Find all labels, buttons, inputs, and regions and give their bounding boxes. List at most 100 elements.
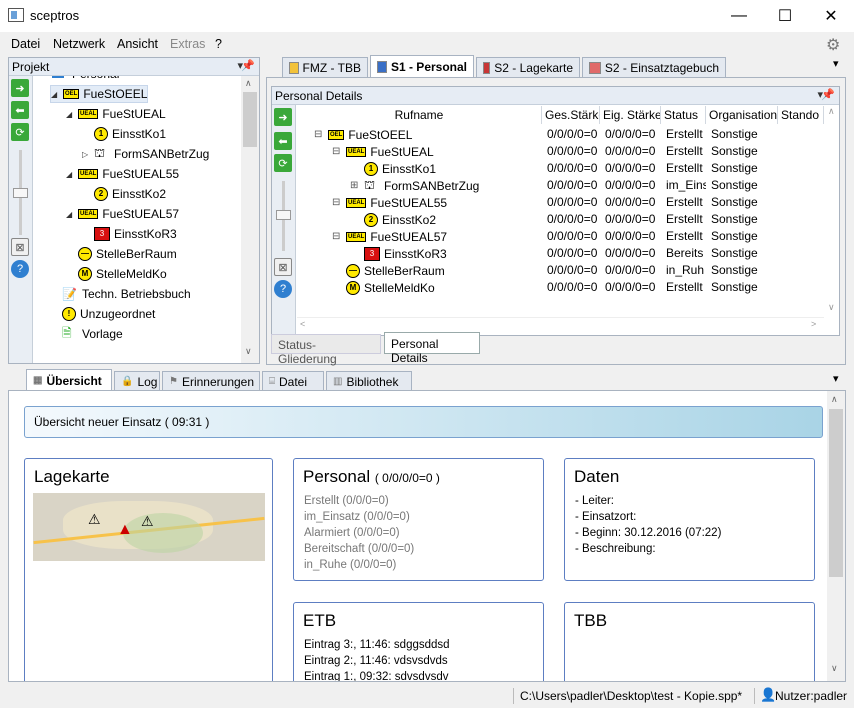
row-expander-icon[interactable]: ⊞ — [350, 180, 364, 191]
map-marker-3-icon[interactable]: ▲ — [117, 521, 133, 539]
tab-s2-einsatztagebuch[interactable]: S2 - Einsatztagebuch — [582, 57, 726, 77]
tab-s1-personal[interactable]: S1 - Personal — [370, 55, 474, 77]
tree-item[interactable]: ◢ OEL FueStOEEL — [50, 85, 149, 103]
help-icon[interactable]: ? — [11, 260, 29, 278]
refresh-icon[interactable]: ⟳ — [274, 154, 292, 172]
tree-expander-icon[interactable]: ◢ — [51, 90, 63, 99]
tree-item[interactable]: ◢ UEAL FueStUEAL55 — [66, 165, 179, 183]
table-row[interactable]: ⊟ OEL FueStOEEL 0/0/0/0=0 0/0/0/0=0 Erstellt S… — [297, 126, 824, 143]
maximize-button[interactable]: ☐ — [762, 0, 808, 32]
table-row[interactable]: — StelleBerRaum 0/0/0/0=0 0/0/0/0=0 in_Ruh So… — [297, 262, 824, 279]
row-expander-icon[interactable]: ⊟ — [332, 231, 346, 242]
scroll-down-icon[interactable]: ∨ — [831, 663, 838, 674]
col-organisation-header[interactable]: Organisation — [706, 106, 778, 124]
row-expander-icon[interactable]: ⊟ — [332, 146, 346, 157]
menu-datei[interactable]: Datei — [11, 37, 40, 51]
col-ges-staerke-header[interactable]: Ges.Stärke — [542, 106, 600, 124]
tree-item[interactable]: 📝 Techn. Betriebsbuch — [50, 285, 191, 303]
tree-expander-icon[interactable]: ◢ — [66, 110, 78, 119]
table-row[interactable]: ⊟ UEAL FueStUEAL 0/0/0/0=0 0/0/0/0=0 Erstellt… — [297, 143, 824, 160]
tree-item[interactable]: 🗎 Vorlage — [50, 325, 123, 343]
tab-datei[interactable]: ⌸ Datei — [262, 371, 324, 391]
table-row[interactable]: ⊞ ⛫ FormSANBetrZug 0/0/0/0=0 0/0/0/0=0 im_Ein… — [297, 177, 824, 194]
table-row[interactable]: 3 EinsstKoR3 0/0/0/0=0 0/0/0/0=0 Bereits Sons… — [297, 245, 824, 262]
col-rufname-header[interactable]: Rufname — [297, 106, 542, 124]
personal-card[interactable]: Personal ( 0/0/0/0=0 ) Erstellt (0/0/0=0… — [293, 458, 544, 581]
scroll-left-icon[interactable]: < — [300, 319, 305, 329]
refresh-icon[interactable]: ⟳ — [11, 123, 29, 141]
arrow-right-icon[interactable]: ➜ — [274, 108, 292, 126]
tabs-menu-icon[interactable]: ▾ — [833, 372, 839, 385]
tab-erinnerungen[interactable]: ⚑ Erinnerungen — [162, 371, 260, 391]
table-row[interactable]: M StelleMeldKo 0/0/0/0=0 0/0/0/0=0 Erstellt S… — [297, 279, 824, 296]
zoom-slider-handle[interactable] — [13, 188, 28, 198]
table-row[interactable]: 1 EinsstKo1 0/0/0/0=0 0/0/0/0=0 Erstellt Sons… — [297, 160, 824, 177]
tab-uebersicht[interactable]: ▦ Übersicht — [26, 369, 112, 391]
arrow-left-icon[interactable]: ⬅ — [274, 132, 292, 150]
tree-item[interactable]: ▷ ⛫ FormSANBetrZug — [82, 145, 209, 163]
scroll-down-icon[interactable]: ∨ — [245, 346, 252, 357]
row-expander-icon[interactable]: ⊟ — [332, 197, 346, 208]
row-expander-icon[interactable]: ⊟ — [314, 129, 328, 140]
grid-vscroll[interactable]: ∧ ∨ — [825, 106, 839, 316]
map-marker-1-icon[interactable]: ⚠ — [141, 513, 154, 530]
tree-item[interactable]: 2 EinsstKo2 — [82, 185, 166, 203]
tree-item[interactable]: ◢ UEAL FueStUEAL — [66, 105, 166, 123]
tabs-menu-icon[interactable]: ▾ — [833, 57, 839, 70]
tab-status-gliederung[interactable]: Status- Gliederung — [271, 334, 381, 366]
arrow-right-icon[interactable]: ➜ — [11, 79, 29, 97]
grid-hscroll[interactable]: < > — [297, 317, 824, 334]
resize-grip-icon[interactable]: ⋰ — [840, 692, 848, 701]
tree-expander-icon[interactable]: ◢ — [66, 170, 78, 179]
daten-card[interactable]: Daten - Leiter: - Einsatzort: - Beginn: … — [564, 458, 815, 581]
gear-icon[interactable]: ⚙ — [826, 35, 840, 55]
tab-fmz-tbb[interactable]: FMZ - TBB — [282, 57, 368, 77]
zoom-slider-handle[interactable] — [276, 210, 291, 220]
tab-bibliothek[interactable]: ▥ Bibliothek — [326, 371, 412, 391]
tab-log[interactable]: 🔒 Log — [114, 371, 160, 391]
tree-item[interactable]: 1 EinsstKo1 — [82, 125, 166, 143]
tree-item[interactable]: ▬ Personal — [40, 76, 119, 83]
col-eig-staerke-header[interactable]: Eig. Stärke — [600, 106, 661, 124]
menu-help[interactable]: ? — [215, 37, 222, 51]
menu-ansicht[interactable]: Ansicht — [117, 37, 158, 51]
scroll-down-icon[interactable]: ∨ — [828, 302, 835, 313]
table-row[interactable]: ⊟ UEAL FueStUEAL55 0/0/0/0=0 0/0/0/0=0 Erstel… — [297, 194, 824, 211]
tab-personal-details[interactable]: Personal Details — [384, 332, 480, 365]
tbb-card[interactable]: TBB — [564, 602, 815, 681]
overview-scrollbar[interactable]: ∧ ∨ — [827, 391, 845, 681]
project-scrollbar[interactable]: ∧ ∨ — [241, 76, 259, 363]
collapse-icon[interactable]: ⊠ — [274, 258, 292, 276]
tree-expander-icon[interactable]: ▷ — [82, 150, 94, 159]
help-icon[interactable]: ? — [274, 280, 292, 298]
lagekarte-map[interactable]: ⚠ ▲ ⚠ — [33, 493, 265, 561]
close-button[interactable]: ✕ — [808, 0, 854, 32]
tree-item[interactable]: — StelleBerRaum — [66, 245, 177, 263]
pin-icon[interactable]: 📌 — [821, 88, 835, 101]
scroll-up-icon[interactable]: ∧ — [831, 394, 838, 405]
scroll-up-icon[interactable]: ∧ — [245, 78, 252, 89]
tree-expander-icon[interactable]: ◢ — [66, 210, 78, 219]
scroll-thumb[interactable] — [243, 92, 257, 147]
tab-s2-lagekarte[interactable]: S2 - Lagekarte — [476, 57, 580, 77]
lagekarte-card[interactable]: Lagekarte ⚠ ▲ ⚠ — [24, 458, 273, 681]
scroll-right-icon[interactable]: > — [811, 319, 816, 329]
tree-item[interactable]: 3 EinsstKoR3 — [82, 225, 177, 243]
col-status-header[interactable]: Status — [661, 106, 706, 124]
table-row[interactable]: 2 EinsstKo2 0/0/0/0=0 0/0/0/0=0 Erstellt Sons… — [297, 211, 824, 228]
scroll-thumb[interactable] — [829, 409, 843, 577]
collapse-icon[interactable]: ⊠ — [11, 238, 29, 256]
table-row[interactable]: ⊟ UEAL FueStUEAL57 0/0/0/0=0 0/0/0/0=0 Erstel… — [297, 228, 824, 245]
minimize-button[interactable]: — — [716, 0, 762, 32]
tree-item[interactable]: ◢ UEAL FueStUEAL57 — [66, 205, 179, 223]
pin-icon[interactable]: 📌 — [241, 59, 255, 72]
map-marker-2-icon[interactable]: ⚠ — [88, 511, 101, 528]
tree-item[interactable]: ! Unzugeordnet — [50, 305, 155, 323]
menu-extras[interactable]: Extras — [170, 37, 205, 51]
col-standort-header[interactable]: Stando — [778, 106, 824, 124]
etb-card[interactable]: ETB Eintrag 3:, 11:46: sdggsddsd Eintrag… — [293, 602, 544, 681]
tree-item[interactable]: M StelleMeldKo — [66, 265, 167, 283]
arrow-left-icon[interactable]: ⬅ — [11, 101, 29, 119]
menu-netzwerk[interactable]: Netzwerk — [53, 37, 105, 51]
scroll-up-icon[interactable]: ∧ — [828, 106, 835, 117]
